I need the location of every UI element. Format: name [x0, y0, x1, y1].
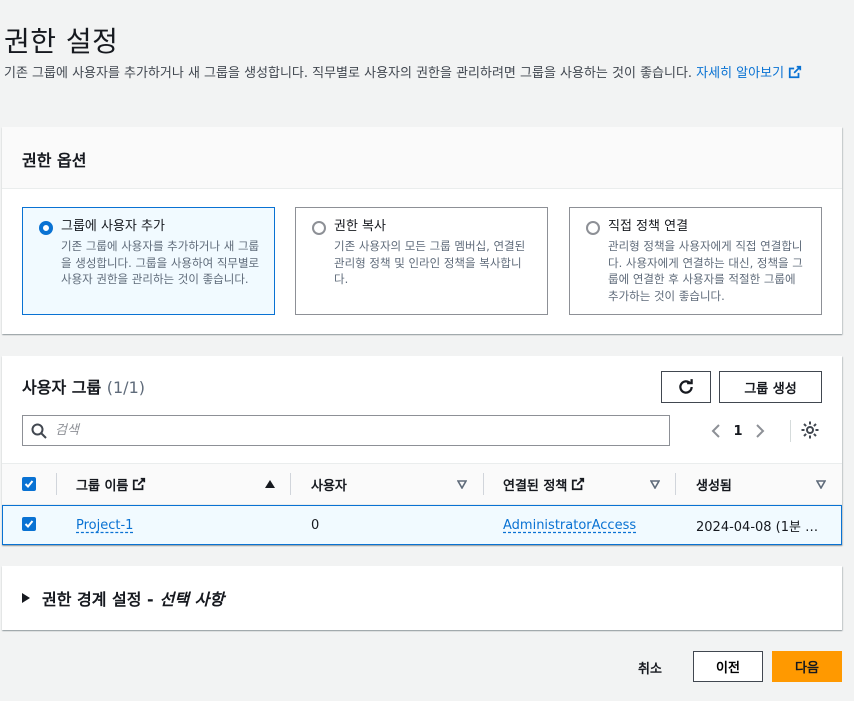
column-header-attached-policies[interactable]: 연결된 정책 — [503, 464, 585, 504]
boundary-label: 권한 경계 설정 - — [42, 590, 154, 609]
permission-options-header: 권한 옵션 — [2, 127, 842, 189]
option-add-to-group[interactable]: 그룹에 사용자 추가 기존 그룹에 사용자를 추가하거나 새 그룹을 생성합니다… — [22, 207, 275, 315]
permission-options-panel: 권한 옵션 그룹에 사용자 추가 기존 그룹에 사용자를 추가하거나 새 그룹을… — [2, 127, 842, 334]
column-label: 그룹 이름 — [76, 478, 129, 494]
check-icon — [24, 520, 34, 528]
user-groups-panel: 사용자 그룹 (1/1) 그룹 생성 1 그룹 이름 사용자 — [2, 356, 842, 545]
permission-boundary-panel: 권한 경계 설정 - 선택 사항 — [2, 566, 842, 630]
current-page-number[interactable]: 1 — [728, 424, 748, 439]
check-icon — [24, 480, 34, 488]
option-attach-policies[interactable]: 직접 정책 연결 관리형 정책을 사용자에게 직접 연결합니다. 사용자에게 연… — [569, 207, 822, 315]
option-description: 관리형 정책을 사용자에게 직접 연결합니다. 사용자에게 연결하는 대신, 정… — [608, 239, 803, 303]
gear-icon — [801, 421, 819, 439]
user-groups-title: 사용자 그룹 (1/1) — [22, 374, 145, 398]
column-header-created[interactable]: 생성됨 — [696, 464, 732, 504]
create-group-button[interactable]: 그룹 생성 — [719, 371, 822, 403]
option-title: 그룹에 사용자 추가 — [61, 219, 165, 234]
chevron-right-icon — [756, 424, 765, 438]
row-checkbox[interactable] — [22, 517, 36, 531]
external-link-icon — [788, 65, 802, 79]
external-link-icon — [572, 477, 585, 491]
column-separator — [290, 473, 291, 495]
column-separator — [56, 473, 57, 495]
page-description-text: 기존 그룹에 사용자를 추가하거나 새 그룹을 생성합니다. 직무별로 사용자의… — [4, 66, 697, 81]
search-field[interactable] — [22, 415, 670, 446]
next-button[interactable]: 다음 — [772, 651, 842, 682]
policy-link[interactable]: AdministratorAccess — [503, 518, 636, 533]
sort-icon[interactable] — [650, 479, 660, 489]
user-groups-title-text: 사용자 그룹 — [22, 378, 102, 397]
table-row[interactable]: Project-1 0 AdministratorAccess 2024-04-… — [2, 505, 842, 545]
previous-page-button[interactable] — [704, 420, 728, 442]
boundary-optional-label: 선택 사항 — [159, 590, 225, 609]
learn-more-link[interactable]: 자세히 알아보기 — [696, 65, 802, 81]
column-header-group-name[interactable]: 그룹 이름 — [76, 464, 146, 504]
column-label: 연결된 정책 — [503, 478, 568, 494]
table-settings-button[interactable] — [800, 420, 822, 442]
group-name-link[interactable]: Project-1 — [76, 518, 133, 533]
search-input[interactable] — [55, 423, 635, 438]
cancel-button[interactable]: 취소 — [620, 652, 680, 682]
chevron-left-icon — [711, 424, 720, 438]
caret-right-icon — [22, 593, 30, 603]
radio-add-to-group[interactable] — [39, 221, 53, 235]
option-copy-permissions[interactable]: 권한 복사 기존 사용자의 모든 그룹 멤버십, 연결된 관리형 정책 및 인라… — [295, 207, 548, 315]
refresh-icon — [679, 379, 693, 394]
refresh-button[interactable] — [661, 371, 711, 403]
external-link-icon — [133, 477, 146, 491]
search-icon — [31, 423, 47, 439]
sort-icon[interactable] — [457, 479, 467, 489]
radio-attach-policies[interactable] — [586, 221, 600, 235]
cell-group-name: Project-1 — [76, 506, 133, 544]
radio-copy-permissions[interactable] — [312, 221, 326, 235]
page-title: 권한 설정 — [4, 25, 119, 58]
sort-icon[interactable] — [816, 479, 826, 489]
option-title: 직접 정책 연결 — [608, 219, 689, 234]
permission-boundary-toggle[interactable]: 권한 경계 설정 - 선택 사항 — [22, 586, 224, 610]
column-header-users[interactable]: 사용자 — [311, 464, 347, 504]
pagination: 1 — [704, 420, 772, 442]
page-description: 기존 그룹에 사용자를 추가하거나 새 그룹을 생성합니다. 직무별로 사용자의… — [4, 63, 844, 85]
select-all-checkbox[interactable] — [22, 477, 36, 491]
previous-button[interactable]: 이전 — [693, 651, 763, 682]
cell-attached-policies: AdministratorAccess — [503, 506, 636, 544]
pager-divider — [790, 420, 791, 442]
next-page-button[interactable] — [748, 420, 772, 442]
option-description: 기존 사용자의 모든 그룹 멤버십, 연결된 관리형 정책 및 인라인 정책을 … — [334, 239, 526, 286]
table-header: 그룹 이름 사용자 연결된 정책 생성됨 — [2, 463, 842, 505]
learn-more-label: 자세히 알아보기 — [696, 66, 785, 81]
sort-ascending-icon[interactable] — [265, 479, 275, 489]
column-separator — [675, 473, 676, 495]
option-title: 권한 복사 — [334, 219, 386, 234]
option-description: 기존 그룹에 사용자를 추가하거나 새 그룹을 생성합니다. 그룹을 사용하여 … — [61, 239, 260, 286]
user-groups-count: (1/1) — [106, 378, 145, 397]
column-separator — [483, 473, 484, 495]
cell-users: 0 — [311, 517, 320, 533]
cell-created: 2024-04-08 (1분 … — [696, 519, 819, 535]
